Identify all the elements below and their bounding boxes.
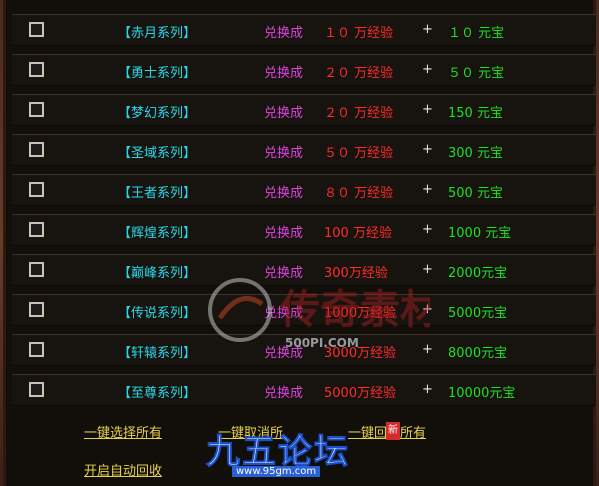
exchange-label: 兑换成 [264,186,304,201]
series-label: 【轩辕系列】 [118,346,197,361]
exchange-label: 兑换成 [264,26,304,41]
exchange-label: 兑换成 [264,386,304,401]
plus-sign: + [422,102,433,117]
series-label: 【赤月系列】 [118,26,197,41]
plus-sign: + [422,222,433,237]
exchange-row: 【圣域系列】 兑换成 ５０ 万经验 +300 元宝 [12,134,599,166]
row-checkbox[interactable] [29,342,44,357]
plus-sign: + [422,62,433,77]
watermark-site: 500PI.COM [285,336,359,350]
plus-sign: + [422,142,433,157]
exchange-row: 【赤月系列】 兑换成 １０ 万经验 +１０ 元宝 [12,14,599,46]
exp-amount: １０ 万经验 [324,26,394,41]
yuanbao-amount: 2000元宝 [448,266,508,281]
exp-amount: ８０ 万经验 [324,186,394,201]
exchange-row: 【辉煌系列】 兑换成 100 万经验 +1000 元宝 [12,214,599,246]
yuanbao-amount: 500 元宝 [448,186,503,201]
series-label: 【传说系列】 [118,306,197,321]
series-label: 【至尊系列】 [118,386,197,401]
new-badge: 新 [386,422,400,440]
yuanbao-amount: 5000元宝 [448,306,508,321]
row-checkbox[interactable] [29,382,44,397]
yuanbao-amount: 1000 元宝 [448,226,512,241]
row-checkbox[interactable] [29,262,44,277]
exp-amount: ２０ 万经验 [324,66,394,81]
exchange-label: 兑换成 [264,106,304,121]
yuanbao-amount: 10000元宝 [448,386,516,401]
exp-amount: 100 万经验 [324,226,392,241]
series-label: 【圣域系列】 [118,146,197,161]
exchange-row: 【至尊系列】 兑换成 5000万经验 +10000元宝 [12,374,599,406]
row-checkbox[interactable] [29,142,44,157]
exchange-row: 【王者系列】 兑换成 ８０ 万经验 +500 元宝 [12,174,599,206]
yuanbao-amount: 150 元宝 [448,106,503,121]
row-checkbox[interactable] [29,302,44,317]
series-label: 【勇士系列】 [118,66,197,81]
series-label: 【王者系列】 [118,186,197,201]
exchange-label: 兑换成 [264,146,304,161]
plus-sign: + [422,22,433,37]
exchange-label: 兑换成 [264,66,304,81]
plus-sign: + [422,382,433,397]
yuanbao-amount: 8000元宝 [448,346,508,361]
exchange-row: 【梦幻系列】 兑换成 ２０ 万经验 +150 元宝 [12,94,599,126]
row-checkbox[interactable] [29,222,44,237]
series-label: 【梦幻系列】 [118,106,197,121]
row-checkbox[interactable] [29,182,44,197]
select-all-link[interactable]: 一键选择所有 [84,422,162,441]
logo-url: www.95gm.com [232,466,321,477]
yuanbao-amount: ５０ 元宝 [448,66,505,81]
row-checkbox[interactable] [29,62,44,77]
series-label: 【巅峰系列】 [118,266,197,281]
series-label: 【辉煌系列】 [118,226,197,241]
auto-recycle-link[interactable]: 开启自动回收 [84,460,162,479]
exp-amount: ２０ 万经验 [324,106,394,121]
exchange-label: 兑换成 [264,226,304,241]
exp-amount: 5000万经验 [324,386,397,401]
yuanbao-amount: 300 元宝 [448,146,503,161]
exchange-row: 【勇士系列】 兑换成 ２０ 万经验 +５０ 元宝 [12,54,599,86]
plus-sign: + [422,182,433,197]
exp-amount: ５０ 万经验 [324,146,394,161]
svg-text:传奇素材: 传奇素材 [279,287,430,333]
row-checkbox[interactable] [29,102,44,117]
row-checkbox[interactable] [29,22,44,37]
yuanbao-amount: １０ 元宝 [448,26,505,41]
